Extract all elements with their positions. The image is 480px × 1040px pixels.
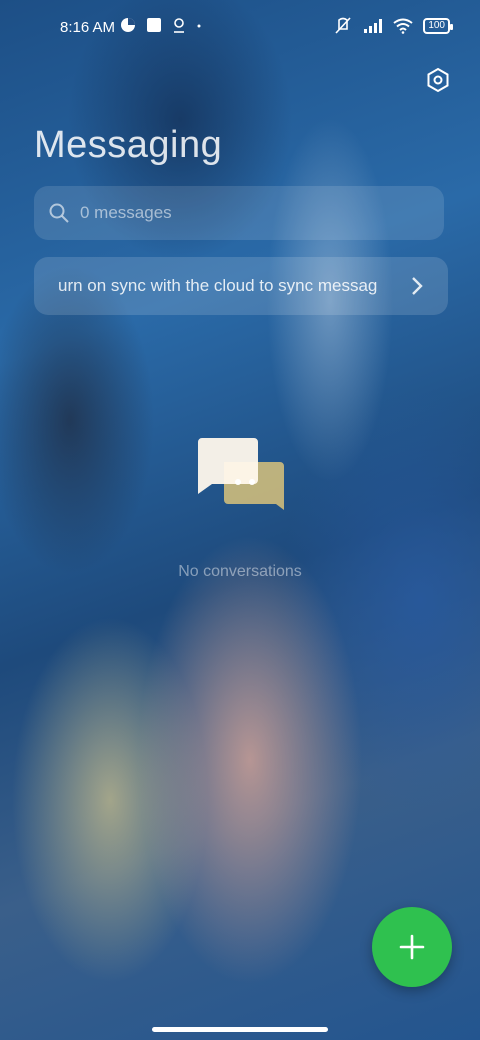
status-left-icons [120,17,202,33]
location-icon [174,18,184,33]
dot-icon [197,24,201,28]
chevron-right-icon [412,277,423,295]
signal-icon [364,19,383,33]
app-notification-icon [147,18,161,32]
battery-icon: 100 [423,18,453,34]
wifi-icon [393,18,413,34]
status-time: 8:16 AM [60,19,116,36]
status-right-icons: 100 [333,17,453,35]
home-indicator[interactable] [152,1027,328,1032]
page-title: Messaging [34,124,223,166]
plus-icon [399,934,425,960]
search-bar[interactable]: 0 messages [34,186,444,240]
vibrate-off-icon [335,17,351,34]
status-bar: 8:16 AM 100 [0,0,480,56]
data-saver-icon [121,18,135,32]
new-message-button[interactable] [372,907,452,987]
search-icon [49,203,69,223]
empty-state-text: No conversations [178,563,302,580]
settings-hexagon-icon[interactable] [424,66,452,94]
chat-bubbles-icon [198,438,284,510]
sync-banner-text: urn on sync with the cloud to sync messa… [58,276,378,295]
sync-banner[interactable]: urn on sync with the cloud to sync messa… [34,257,448,315]
search-input[interactable]: 0 messages [80,203,172,223]
